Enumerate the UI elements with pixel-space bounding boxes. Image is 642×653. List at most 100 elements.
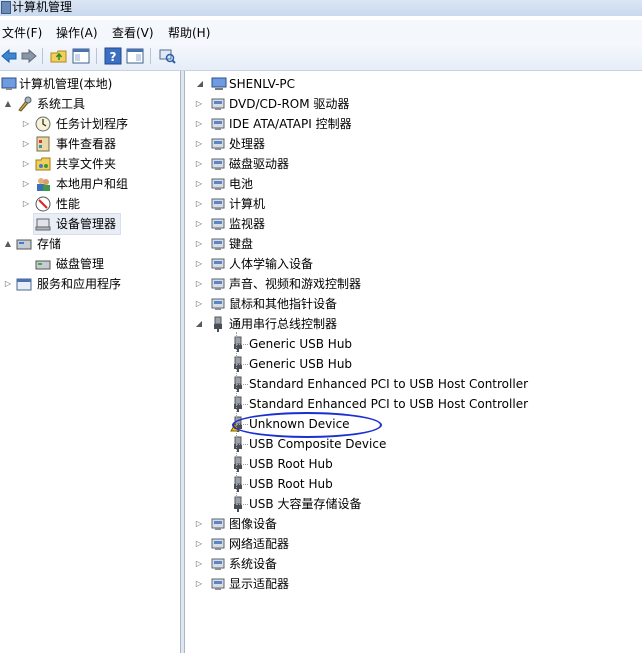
usb-device-item[interactable]: USB 大容量存储设备 [186, 494, 642, 514]
expand-arrow-icon[interactable]: ▷ [4, 279, 12, 289]
display-adapter-icon [211, 578, 225, 590]
tree-item-performance[interactable]: ▷ 性能 [0, 194, 180, 214]
computer-icon [211, 198, 225, 210]
usb-device-item[interactable]: USB Composite Device [186, 434, 642, 454]
device-tree: ◢ SHENLV-PC ▷ DVD/CD-ROM 驱动器 ▷ IDE ATA/ATAP… [186, 71, 642, 653]
show-hide-tree-icon[interactable] [72, 47, 90, 65]
collapse-arrow-icon[interactable]: ▲ [4, 239, 12, 249]
device-category[interactable]: ▷ 监视器 [186, 214, 642, 234]
usb-device-item[interactable]: Standard Enhanced PCI to USB Host Contro… [186, 394, 642, 414]
tree-connector-branch [236, 484, 248, 485]
device-category[interactable]: ▷ 人体学输入设备 [186, 254, 642, 274]
tree-connector-branch [236, 444, 248, 445]
pane-splitter[interactable] [180, 71, 185, 653]
device-category[interactable]: ▷ 声音、视频和游戏控制器 [186, 274, 642, 294]
expand-arrow-icon[interactable]: ▷ [195, 219, 203, 229]
tree-item-device-manager[interactable]: 设备管理器 [33, 213, 121, 235]
annotation-circle [232, 412, 382, 438]
tree-item-shared-folders[interactable]: ▷ 共享文件夹 [0, 154, 180, 174]
expand-arrow-icon[interactable]: ▷ [22, 199, 30, 209]
collapse-arrow-icon[interactable]: ▲ [4, 99, 12, 109]
tree-item-label: 设备管理器 [56, 217, 117, 231]
expand-arrow-icon[interactable]: ▷ [195, 199, 203, 209]
device-label: Generic USB Hub [249, 357, 353, 371]
help-icon[interactable]: ? [104, 47, 122, 65]
expand-arrow-icon[interactable]: ▷ [195, 179, 203, 189]
expand-arrow-icon[interactable]: ▷ [195, 259, 203, 269]
tree-item-task-scheduler[interactable]: ▷ 任务计划程序 [0, 114, 180, 134]
tree-item-services-apps[interactable]: ▷ 服务和应用程序 [0, 274, 180, 294]
toolbar: ? [0, 42, 642, 71]
device-category[interactable]: ◢ 通用串行总线控制器 [186, 314, 642, 334]
expand-arrow-icon[interactable]: ▷ [22, 179, 30, 189]
device-label: 键盘 [229, 237, 254, 251]
usb-device-item[interactable]: USB Root Hub [186, 474, 642, 494]
usb-device-item[interactable]: Generic USB Hub [186, 354, 642, 374]
expand-arrow-icon[interactable]: ▷ [195, 159, 203, 169]
expand-arrow-icon[interactable]: ▷ [195, 279, 203, 289]
scan-hardware-icon[interactable] [158, 47, 176, 65]
menu-file[interactable]: 文件(F) [2, 24, 42, 41]
tree-item-local-users[interactable]: ▷ 本地用户和组 [0, 174, 180, 194]
expand-arrow-icon[interactable]: ▷ [195, 299, 203, 309]
back-icon[interactable] [0, 47, 18, 65]
properties-icon[interactable] [126, 47, 144, 65]
computer-name: SHENLV-PC [229, 77, 296, 91]
tree-item-computer-management[interactable]: 计算机管理(本地) [0, 74, 180, 94]
forward-icon[interactable] [20, 47, 38, 65]
expand-arrow-icon[interactable]: ▷ [195, 119, 203, 129]
device-category[interactable]: ▷ 图像设备 [186, 514, 642, 534]
tree-item-disk-management[interactable]: 磁盘管理 [0, 254, 180, 274]
tree-item-label: 服务和应用程序 [37, 277, 122, 291]
usb-device-item[interactable]: USB Root Hub [186, 454, 642, 474]
expand-arrow-icon[interactable]: ▷ [22, 119, 30, 129]
device-category[interactable]: ▷ 显示适配器 [186, 574, 642, 594]
collapse-arrow-icon[interactable]: ◢ [195, 319, 203, 329]
usb-device-item[interactable]: Generic USB Hub [186, 334, 642, 354]
keyboard-icon [211, 238, 225, 250]
expand-arrow-icon[interactable]: ▷ [195, 539, 203, 549]
device-label: 网络适配器 [229, 537, 290, 551]
menu-action[interactable]: 操作(A) [56, 24, 98, 41]
expand-arrow-icon[interactable]: ▷ [22, 159, 30, 169]
device-category[interactable]: ▷ DVD/CD-ROM 驱动器 [186, 94, 642, 114]
device-label: 电池 [229, 177, 254, 191]
device-category[interactable]: ▷ 键盘 [186, 234, 642, 254]
device-category[interactable]: ▷ 系统设备 [186, 554, 642, 574]
tree-item-system-tools[interactable]: ▲ 系统工具 [0, 94, 180, 114]
device-label: USB 大容量存储设备 [249, 497, 362, 511]
device-category[interactable]: ▷ 电池 [186, 174, 642, 194]
expand-arrow-icon[interactable]: ▷ [195, 579, 203, 589]
expand-arrow-icon[interactable]: ▷ [195, 519, 203, 529]
expand-arrow-icon[interactable]: ▷ [195, 99, 203, 109]
tree-item-event-viewer[interactable]: ▷ 事件查看器 [0, 134, 180, 154]
device-tree-root[interactable]: ◢ SHENLV-PC [186, 74, 642, 94]
expand-arrow-icon[interactable]: ▷ [195, 559, 203, 569]
up-folder-icon[interactable] [50, 47, 68, 65]
tree-item-label: 系统工具 [37, 97, 86, 111]
device-label: DVD/CD-ROM 驱动器 [229, 97, 350, 111]
expand-arrow-icon[interactable]: ▷ [195, 239, 203, 249]
shared-folders-icon [35, 157, 51, 171]
device-category[interactable]: ▷ 磁盘驱动器 [186, 154, 642, 174]
tree-connector-branch [236, 384, 248, 385]
collapse-arrow-icon[interactable]: ◢ [196, 79, 204, 89]
device-category[interactable]: ▷ IDE ATA/ATAPI 控制器 [186, 114, 642, 134]
device-category[interactable]: ▷ 网络适配器 [186, 534, 642, 554]
tree-item-label: 磁盘管理 [56, 257, 105, 271]
expand-arrow-icon[interactable]: ▷ [195, 139, 203, 149]
menu-view[interactable]: 查看(V) [112, 24, 154, 41]
disk-drive-icon [211, 158, 225, 170]
device-label: IDE ATA/ATAPI 控制器 [229, 117, 352, 131]
expand-arrow-icon[interactable]: ▷ [22, 139, 30, 149]
ide-controller-icon [211, 118, 225, 130]
system-tools-icon [18, 96, 32, 112]
device-category[interactable]: ▷ 处理器 [186, 134, 642, 154]
svg-text:?: ? [110, 50, 117, 64]
tree-item-label: 任务计划程序 [56, 117, 129, 131]
device-category[interactable]: ▷ 鼠标和其他指针设备 [186, 294, 642, 314]
usb-device-item[interactable]: Standard Enhanced PCI to USB Host Contro… [186, 374, 642, 394]
device-category[interactable]: ▷ 计算机 [186, 194, 642, 214]
menu-help[interactable]: 帮助(H) [168, 24, 210, 41]
tree-item-storage[interactable]: ▲ 存储 [0, 234, 180, 254]
